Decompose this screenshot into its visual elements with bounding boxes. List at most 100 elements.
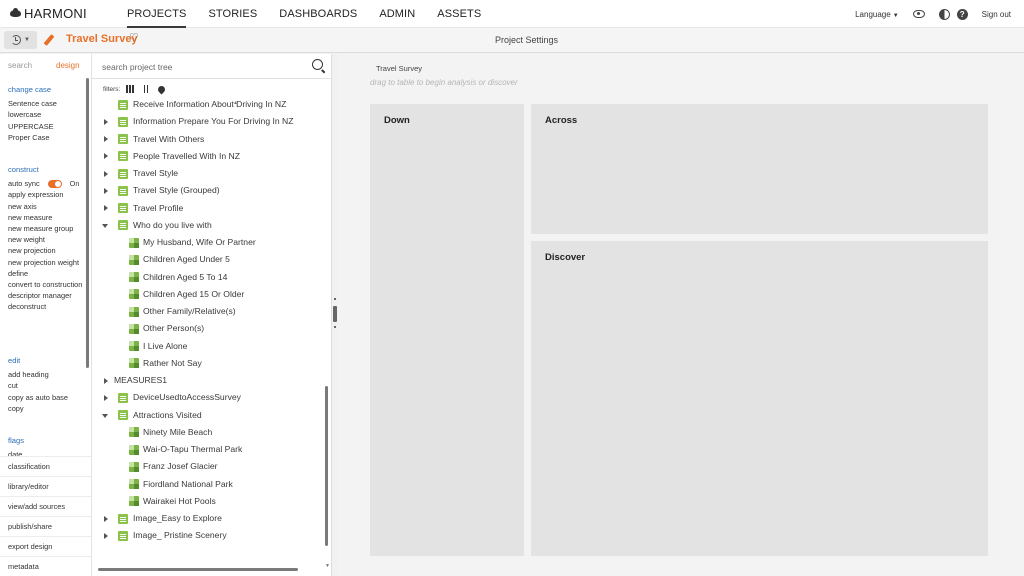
case-sentence[interactable]: Sentence case (8, 98, 57, 109)
grid-filter-icon[interactable] (126, 85, 135, 93)
across-drop-zone[interactable]: Across (531, 104, 988, 234)
expand-right-icon[interactable] (104, 515, 108, 522)
heart-icon[interactable]: ♡ (129, 31, 139, 44)
construct-new-projection-weight[interactable]: new projection weight (8, 257, 83, 268)
tree-node[interactable]: DeviceUsedtoAccessSurvey (92, 389, 326, 406)
construct-deconstruct[interactable]: deconstruct (8, 301, 83, 312)
tree-leaf[interactable]: Other Person(s) (92, 320, 326, 337)
tree-leaf[interactable]: Other Family/Relative(s) (92, 303, 326, 320)
footer-classification[interactable]: classification (0, 456, 91, 476)
construct-convert[interactable]: convert to construction (8, 279, 83, 290)
tree-leaf[interactable]: Rather Not Say (92, 355, 326, 372)
tree-node[interactable]: Travel Style (Grouped) (92, 182, 326, 199)
case-proper[interactable]: Proper Case (8, 132, 57, 143)
nav-stories[interactable]: STORIES (208, 0, 257, 28)
expand-right-icon[interactable] (104, 394, 108, 401)
location-filter-icon[interactable] (156, 84, 167, 94)
tree-node-label: MEASURES1 (114, 375, 168, 385)
expand-right-icon[interactable] (104, 532, 108, 539)
construct-new-weight[interactable]: new weight (8, 234, 83, 245)
tree-node[interactable]: MEASURES1 (92, 372, 326, 389)
tree-node[interactable]: Travel With Others (92, 131, 326, 148)
tree-leaf[interactable]: Children Aged Under 5 (92, 251, 326, 268)
tree-node[interactable]: People Travelled With In NZ (92, 148, 326, 165)
tree-search-input[interactable] (102, 60, 302, 74)
footer-publish-share[interactable]: publish/share (0, 516, 91, 536)
autosync-toggle[interactable] (47, 179, 62, 188)
contrast-icon[interactable] (938, 8, 950, 20)
discover-drop-zone[interactable]: Discover (531, 241, 988, 556)
tree-leaf[interactable]: Children Aged 5 To 14 (92, 269, 326, 286)
expand-right-icon[interactable] (104, 205, 108, 211)
nav-assets[interactable]: ASSETS (437, 0, 481, 28)
footer-view-add-sources[interactable]: view/add sources (0, 496, 91, 516)
tree-node[interactable]: Information Prepare You For Driving In N… (92, 113, 326, 130)
columns-filter-icon[interactable] (144, 85, 149, 93)
tree-node[interactable]: Attractions Visited (92, 407, 326, 424)
down-drop-zone[interactable]: Down (370, 104, 524, 556)
edit-copy[interactable]: copy (8, 403, 68, 414)
edit-add-heading[interactable]: add heading (8, 369, 68, 380)
case-lower[interactable]: lowercase (8, 109, 57, 120)
expand-right-icon[interactable] (104, 377, 108, 384)
expand-down-icon[interactable] (102, 223, 108, 228)
splitter-handle[interactable] (333, 306, 337, 322)
edit-cut[interactable]: cut (8, 380, 68, 391)
tree-leaf[interactable]: Franz Josef Glacier (92, 458, 326, 475)
eye-icon[interactable] (912, 10, 925, 18)
tree-scroll-down-icon[interactable]: ▼ (325, 563, 330, 569)
nav-dashboards[interactable]: DASHBOARDS (279, 0, 357, 28)
change-case-heading: change case (8, 85, 52, 94)
project-tree-panel: filters: Receive Information About Drivi… (92, 54, 332, 576)
tree-node[interactable]: Receive Information About Driving In NZ (92, 98, 326, 113)
expand-right-icon[interactable] (104, 136, 108, 142)
tree-node-label: Children Aged 5 To 14 (143, 271, 228, 282)
tree-node[interactable]: Travel Style (92, 165, 326, 182)
tree-leaf[interactable]: Ninety Mile Beach (92, 424, 326, 441)
sidebar-tabs: search design (0, 54, 91, 78)
expand-down-icon[interactable] (102, 413, 108, 418)
language-dropdown[interactable]: Language ▼ (855, 10, 899, 19)
tree-leaf[interactable]: Children Aged 15 Or Older (92, 286, 326, 303)
search-icon[interactable] (312, 59, 323, 70)
tree-leaf[interactable]: Wai-O-Tapu Thermal Park (92, 441, 326, 458)
footer-library-editor[interactable]: library/editor (0, 476, 91, 496)
construct-new-measure-group[interactable]: new measure group (8, 223, 83, 234)
sidebar-scrollbar[interactable] (86, 78, 89, 368)
tab-design[interactable]: design (56, 61, 80, 70)
tree-node[interactable]: Travel Profile (92, 200, 326, 217)
tree-node[interactable]: Image_ Pristine Scenery (92, 527, 326, 544)
history-button[interactable]: ▼ (4, 31, 37, 49)
construct-apply-expression[interactable]: apply expression (8, 189, 83, 200)
app-logo[interactable]: HARMONI (10, 6, 87, 21)
nav-projects[interactable]: PROJECTS (127, 0, 187, 28)
construct-new-measure[interactable]: new measure (8, 212, 83, 223)
tree-node[interactable]: Image_Easy to Explore (92, 510, 326, 527)
expand-right-icon[interactable] (104, 170, 108, 177)
tree-leaf[interactable]: Fiordland National Park (92, 476, 326, 493)
edit-copy-auto-base[interactable]: copy as auto base (8, 392, 68, 403)
tree-horizontal-scrollbar[interactable] (98, 568, 298, 571)
tree-leaf[interactable]: Wairakei Hot Pools (92, 493, 326, 510)
expand-right-icon[interactable] (104, 187, 108, 194)
tree-leaf[interactable]: I Live Alone (92, 338, 326, 355)
construct-new-axis[interactable]: new axis (8, 201, 83, 212)
expand-right-icon[interactable] (104, 118, 108, 125)
project-title[interactable]: Travel Survey (66, 33, 138, 45)
nav-admin[interactable]: ADMIN (379, 0, 415, 28)
tree-vertical-scrollbar[interactable] (325, 386, 328, 546)
tab-search[interactable]: search (8, 61, 32, 70)
tree-leaf[interactable]: My Husband, Wife Or Partner (92, 234, 326, 251)
tree-node[interactable]: Who do you live with (92, 217, 326, 234)
tree-scroll-up-icon[interactable]: ▲ (233, 100, 238, 106)
construct-define[interactable]: define (8, 268, 83, 279)
help-icon[interactable]: ? (956, 8, 968, 20)
expand-right-icon[interactable] (104, 153, 108, 160)
footer-metadata[interactable]: metadata (0, 556, 91, 576)
case-upper[interactable]: UPPERCASE (8, 121, 57, 132)
construct-descriptor-manager[interactable]: descriptor manager (8, 290, 83, 301)
signout-link[interactable]: Sign out (982, 10, 1011, 19)
construct-new-projection[interactable]: new projection (8, 245, 83, 256)
pencil-icon[interactable] (43, 34, 55, 46)
footer-export-design[interactable]: export design (0, 536, 91, 556)
